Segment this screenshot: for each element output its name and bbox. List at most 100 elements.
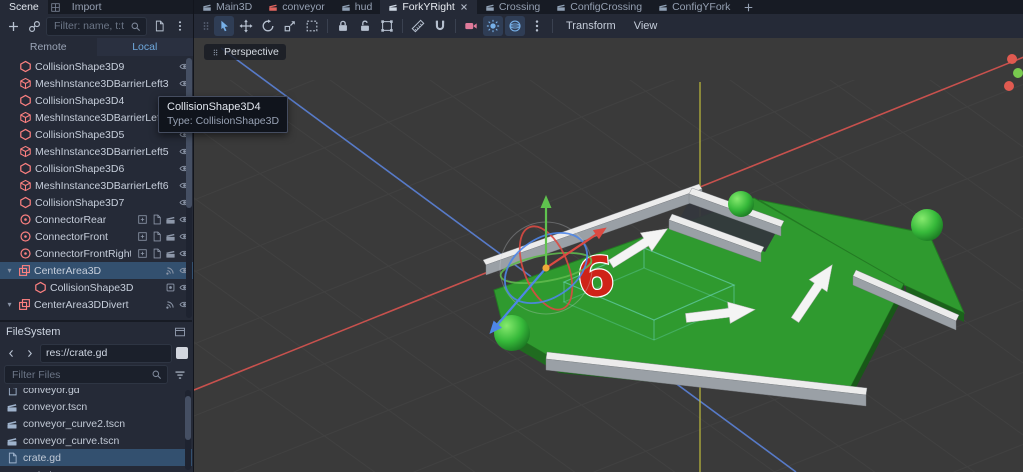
select-tool-button[interactable]	[214, 16, 234, 36]
file-sort-button[interactable]	[172, 366, 188, 384]
search-icon	[151, 369, 162, 380]
history-back-button[interactable]	[4, 344, 18, 362]
ruler-tool-button[interactable]	[408, 16, 428, 36]
unlock-tool-button[interactable]	[355, 16, 375, 36]
tree-item-label: MeshInstance3DBarrierLeft6	[35, 179, 169, 192]
current-path-field[interactable]: res://crate.gd	[40, 343, 172, 363]
rotate-icon	[261, 19, 275, 33]
box-select-tool-button[interactable]	[302, 16, 322, 36]
tree-item-MeshInstance3DBarrierLeft3[interactable]: MeshInstance3DBarrierLeft3	[0, 75, 193, 92]
file-list-scrollbar[interactable]	[185, 390, 191, 470]
film-icon[interactable]	[165, 231, 176, 242]
scale-tool-button[interactable]	[280, 16, 300, 36]
scene-tab-Crossing[interactable]: Crossing	[477, 0, 548, 14]
tree-item-CenterArea3D[interactable]: ▾ CenterArea3D	[0, 262, 193, 279]
file-conveyor_curve2.tscn[interactable]: conveyor_curve2.tscn	[0, 415, 192, 432]
scene-filter-field[interactable]	[46, 16, 147, 36]
local-button[interactable]: Local	[96, 38, 193, 56]
dock-panel-icon[interactable]	[174, 326, 186, 338]
dock-tab-scene[interactable]: Scene	[0, 0, 48, 14]
scene-filter-input[interactable]	[52, 19, 126, 33]
view-menu-button[interactable]: View	[626, 17, 666, 35]
more-tool-button[interactable]	[527, 16, 547, 36]
tree-item-label: CenterArea3DDivert	[34, 298, 129, 311]
remote-button[interactable]: Remote	[0, 38, 97, 56]
rotate-tool-button[interactable]	[258, 16, 278, 36]
remote-label: Remote	[29, 41, 67, 53]
film-icon[interactable]	[165, 248, 176, 259]
tree-item-CollisionShape3D[interactable]: CollisionShape3D	[0, 279, 193, 296]
new-scene-tab-button[interactable]	[738, 0, 758, 14]
tree-item-MeshInstance3DBarrierLeft5[interactable]: MeshInstance3DBarrierLeft5	[0, 143, 193, 160]
editor-icon[interactable]	[137, 214, 148, 225]
tree-item-CollisionShape3D6[interactable]: CollisionShape3D6	[0, 160, 193, 177]
file-conveyor_curve.tscn[interactable]: conveyor_curve.tscn	[0, 432, 192, 449]
instance-scene-button[interactable]	[25, 17, 43, 35]
tree-item-MeshInstance3DBarrierLeft6[interactable]: MeshInstance3DBarrierLeft6	[0, 177, 193, 194]
left-dock: Scene Import Remote Local CollisionShape…	[0, 0, 194, 472]
tree-item-CenterArea3DDivert[interactable]: ▾ CenterArea3DDivert	[0, 296, 193, 313]
script-icon[interactable]	[151, 248, 162, 259]
tree-item-ConnectorFrontRight[interactable]: ConnectorFrontRight	[0, 245, 193, 262]
split-mode-button[interactable]	[176, 347, 188, 359]
add-node-button[interactable]	[4, 17, 22, 35]
editor-icon[interactable]	[137, 231, 148, 242]
file-list[interactable]: conveyor.gd conveyor.tscn conveyor_curve2.…	[0, 388, 192, 472]
file-crate.tscn[interactable]: crate.tscn	[0, 466, 192, 472]
perspective-menu-button[interactable]: Perspective	[204, 44, 286, 60]
expander-icon[interactable]: ▾	[4, 266, 15, 275]
scene-tree-menu-button[interactable]	[171, 17, 189, 35]
file-name: crate.gd	[23, 451, 61, 464]
mesh-node-icon	[19, 145, 32, 158]
tree-item-CollisionShape3D7[interactable]: CollisionShape3D7	[0, 194, 193, 211]
signal-icon[interactable]	[165, 299, 176, 310]
close-tab-icon[interactable]	[459, 2, 469, 12]
file-filter-field[interactable]	[4, 365, 168, 384]
sun-tool-button[interactable]	[483, 16, 503, 36]
scene-tab-ForkYRight[interactable]: ForkYRight	[380, 0, 477, 14]
group-tool-button[interactable]	[377, 16, 397, 36]
transform-menu-button[interactable]: Transform	[558, 17, 624, 35]
remote-local-switch: Remote Local	[0, 38, 193, 57]
editor-icon[interactable]	[137, 248, 148, 259]
camera-preview-tool-button[interactable]	[461, 16, 481, 36]
file-conveyor.tscn[interactable]: conveyor.tscn	[0, 398, 192, 415]
tree-item-ConnectorRear[interactable]: ConnectorRear	[0, 211, 193, 228]
scene-tab-label: Main3D	[216, 1, 253, 13]
tree-item-label: ConnectorRear	[35, 213, 107, 226]
scene-tab-ConfigYFork[interactable]: ConfigYFork	[650, 0, 738, 14]
scene-tab-label: hud	[354, 1, 373, 13]
script-icon[interactable]	[151, 214, 162, 225]
environment-tool-button[interactable]	[505, 16, 525, 36]
scene-tab-hud[interactable]: hud	[333, 0, 381, 14]
mesh-node-icon	[19, 77, 32, 90]
file-filter-input[interactable]	[10, 367, 147, 382]
history-forward-button[interactable]	[22, 344, 36, 362]
signal-icon[interactable]	[165, 265, 176, 276]
collision-node-icon	[19, 60, 32, 73]
dock-tab-import[interactable]: Import	[63, 0, 111, 14]
lock-tool-button[interactable]	[333, 16, 353, 36]
script-icon[interactable]	[151, 231, 162, 242]
scene-icon	[658, 2, 668, 12]
scene-tab-label: ForkYRight	[402, 1, 455, 13]
file-conveyor.gd[interactable]: conveyor.gd	[0, 388, 192, 398]
tree-item-ConnectorFront[interactable]: ConnectorFront	[0, 228, 193, 245]
move-tool-button[interactable]	[236, 16, 256, 36]
scene-tab-conveyor[interactable]: conveyor	[260, 0, 333, 14]
scene-file-icon	[6, 469, 18, 472]
resource-icon[interactable]	[165, 282, 176, 293]
scene-tab-Main3D[interactable]: Main3D	[194, 0, 260, 14]
scene-tab-ConfigCrossing[interactable]: ConfigCrossing	[548, 0, 650, 14]
expander-icon[interactable]: ▾	[4, 300, 15, 309]
scene-icon	[485, 2, 495, 12]
viewport-3d[interactable]: 6 Perspective	[194, 38, 1023, 472]
toolbar-grip-icon	[200, 20, 212, 32]
search-icon	[130, 21, 141, 32]
collision-node-icon	[19, 94, 32, 107]
tree-item-CollisionShape3D9[interactable]: CollisionShape3D9	[0, 58, 193, 75]
attach-script-button[interactable]	[150, 17, 168, 35]
snap-tool-button[interactable]	[430, 16, 450, 36]
file-crate.gd[interactable]: crate.gd	[0, 449, 192, 466]
film-icon[interactable]	[165, 214, 176, 225]
